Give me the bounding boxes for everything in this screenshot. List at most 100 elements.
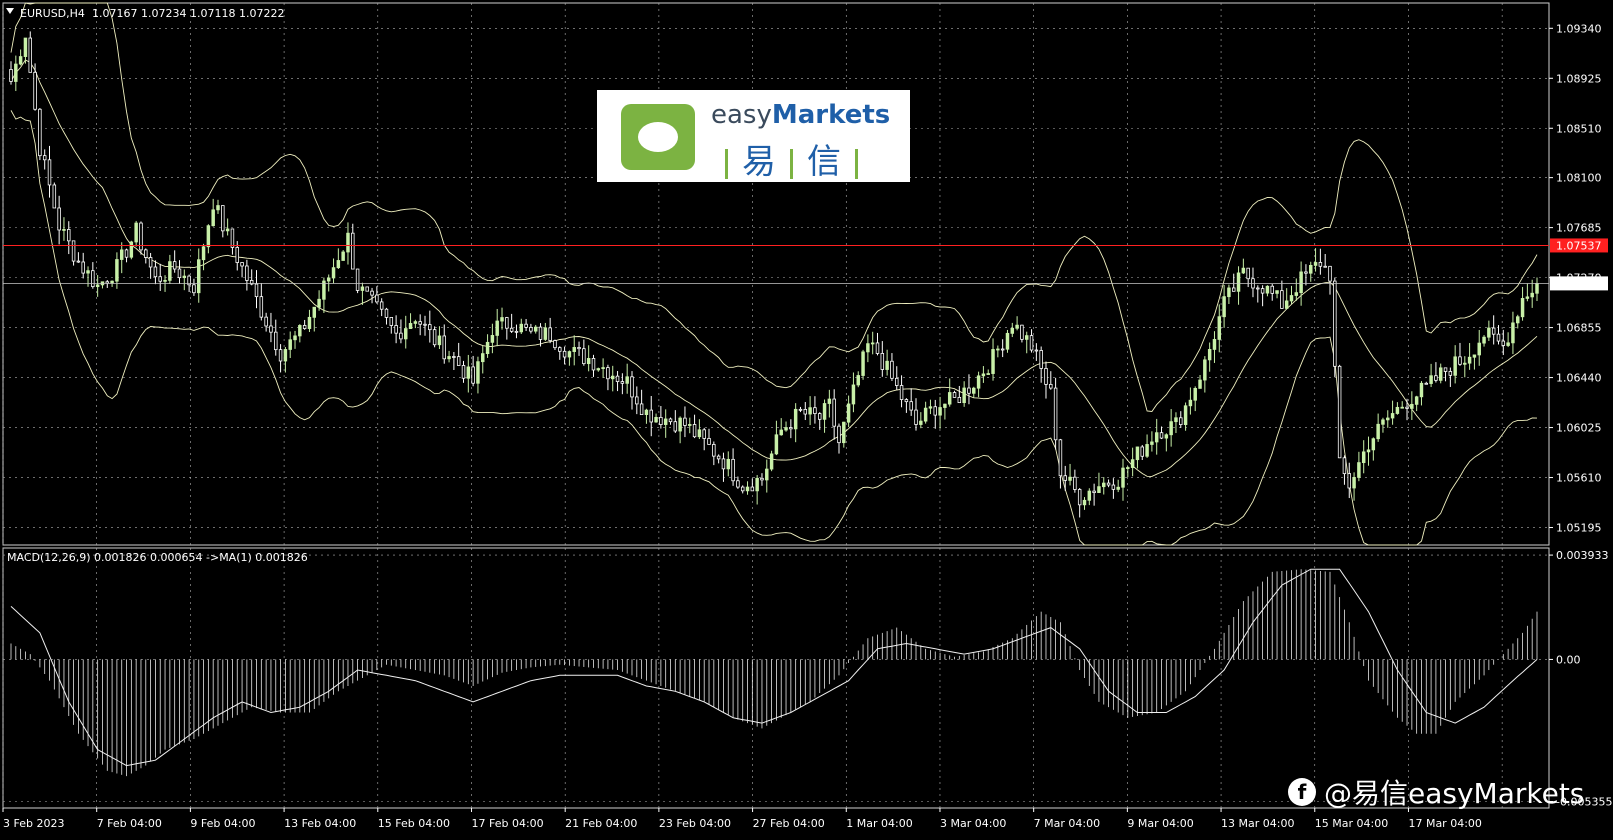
candle-body: [302, 325, 307, 329]
candle-body: [351, 232, 355, 270]
candle-body: [750, 486, 755, 492]
candle-body: [731, 458, 735, 482]
candle-body: [1309, 264, 1313, 274]
candle-body: [1217, 316, 1222, 340]
candle-body: [1390, 413, 1395, 419]
candle-body: [533, 326, 538, 332]
candle-body: [996, 348, 1000, 351]
candle-body: [254, 283, 259, 298]
x-tick-label: 9 Feb 04:00: [190, 817, 255, 830]
ohlc-label: 1.07167 1.07234 1.07118 1.07222: [92, 7, 284, 20]
candle-body: [1400, 406, 1404, 409]
bollinger-bands: [10, 2, 1538, 546]
candle-body: [1333, 280, 1337, 367]
candle-body: [240, 262, 244, 267]
candle-body: [437, 335, 442, 346]
candle-body: [615, 375, 620, 382]
candle-body: [274, 331, 278, 351]
candle-body: [86, 270, 90, 274]
candle-body: [115, 259, 119, 282]
candle-body: [317, 298, 321, 308]
candle-body: [1275, 290, 1279, 294]
candle-body: [1203, 359, 1207, 381]
watermark-text: @易信easyMarkets: [1324, 777, 1585, 810]
candle-body: [1361, 451, 1366, 464]
candle-body: [736, 480, 740, 488]
candle-body: [134, 222, 138, 243]
x-tick-label: 9 Mar 04:00: [1127, 817, 1193, 830]
candle-body: [432, 329, 437, 346]
candle-body: [71, 240, 76, 262]
candle-body: [596, 368, 601, 371]
candle-body: [28, 37, 32, 73]
candle-body: [1516, 316, 1520, 324]
candle-body: [707, 438, 711, 445]
macd-panel-frame: [2, 547, 1550, 809]
candle-body: [481, 353, 485, 363]
candle-body: [1005, 332, 1010, 350]
candle-body: [1092, 490, 1096, 493]
macd-y-tick-label: 0.00: [1556, 653, 1581, 666]
candle-body: [1256, 287, 1260, 290]
symbol-label: EURUSD,H4: [20, 7, 85, 20]
x-tick-label: 7 Feb 04:00: [97, 817, 162, 830]
candle-body: [1212, 339, 1217, 350]
collapse-triangle-icon[interactable]: [6, 8, 14, 14]
candle-body: [779, 429, 783, 436]
candle-body: [485, 341, 490, 355]
macd-signal-line: [10, 568, 1538, 767]
candle-body: [1068, 476, 1072, 481]
candle-body: [1193, 387, 1197, 401]
candle-body: [644, 409, 649, 416]
candle-body: [755, 477, 759, 492]
candle-body: [124, 249, 129, 258]
y-tick-label: 1.06025: [1556, 422, 1602, 435]
candle-body: [1159, 432, 1164, 439]
logo-chinese: 易信: [711, 134, 872, 183]
candle-body: [14, 63, 18, 82]
candle-body: [1102, 482, 1106, 488]
candle-body: [490, 335, 495, 343]
candle-body: [745, 486, 750, 492]
candle-body: [408, 323, 413, 329]
candle-body: [625, 376, 629, 384]
y-tick-label: 1.05195: [1556, 522, 1602, 535]
candle-body: [1337, 365, 1342, 459]
candle-body: [1111, 484, 1116, 490]
candle-body: [1010, 327, 1015, 334]
candle-body: [861, 351, 865, 376]
candle-body: [442, 335, 446, 360]
easymarkets-logo: easyMarkets 易信: [597, 90, 910, 182]
candle-body: [288, 339, 292, 350]
candle-body: [914, 409, 918, 425]
candle-body: [543, 327, 548, 340]
candle-body: [1034, 349, 1039, 352]
candle-body: [375, 294, 379, 303]
candle-body: [326, 277, 331, 282]
candle-body: [702, 429, 706, 439]
candle-body: [880, 353, 885, 370]
current-price-tag: 1.07222: [1556, 277, 1602, 290]
candle-body: [1000, 348, 1005, 351]
x-tick-label: 15 Feb 04:00: [378, 817, 450, 830]
candle-body: [991, 349, 995, 374]
candle-body: [1414, 396, 1419, 405]
x-tick-label: 13 Feb 04:00: [284, 817, 356, 830]
candle-body: [1487, 327, 1491, 338]
candle-body: [163, 279, 167, 282]
candle-body: [1357, 462, 1361, 478]
candle-body: [673, 421, 678, 432]
candle-body: [389, 317, 394, 326]
candle-body: [177, 268, 182, 279]
candle-body: [1328, 265, 1332, 282]
candle-body: [1352, 477, 1356, 489]
x-tick-label: 21 Feb 04:00: [565, 817, 637, 830]
candle-body: [1284, 300, 1289, 309]
candle-body: [1289, 295, 1294, 302]
candle-body: [245, 265, 249, 281]
candle-body: [1477, 342, 1481, 356]
candle-body: [1410, 403, 1414, 409]
price-line-tag: 1.07537: [1556, 239, 1602, 252]
candle-body: [620, 381, 625, 384]
candle-body: [110, 280, 114, 284]
